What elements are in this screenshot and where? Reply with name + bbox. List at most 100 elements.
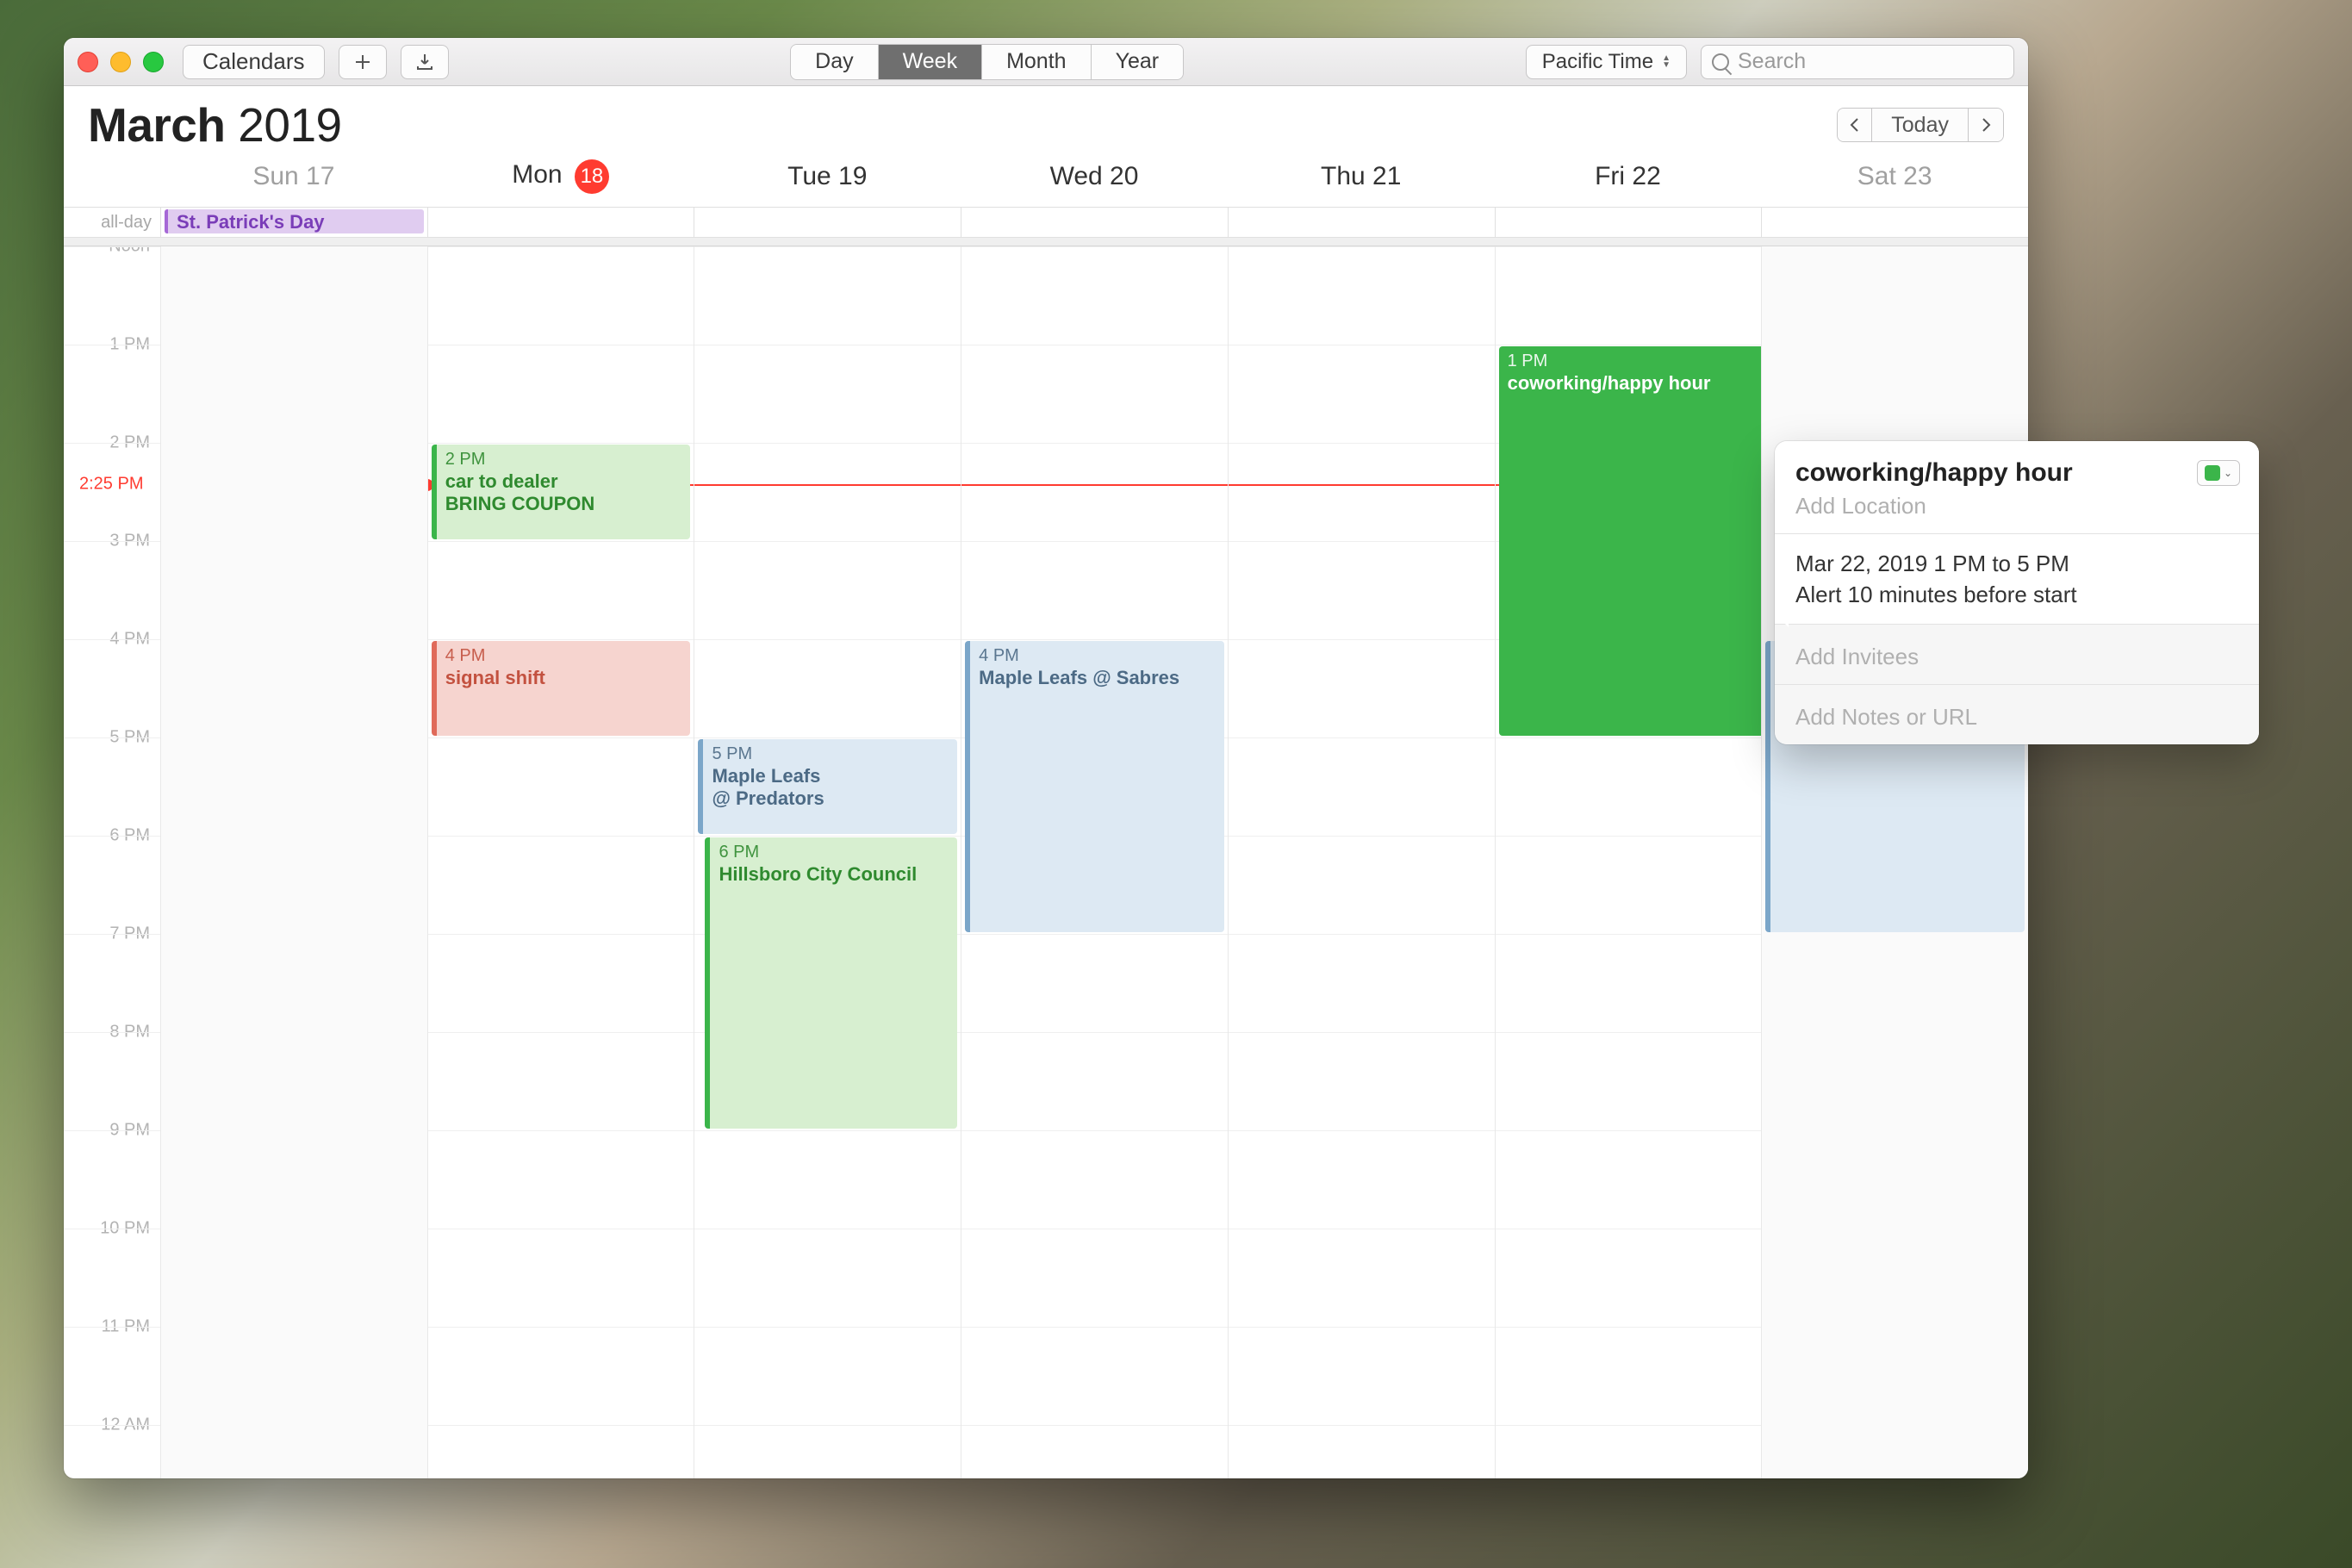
day-header[interactable]: Wed 20	[961, 162, 1228, 191]
inbox-button[interactable]	[401, 45, 449, 79]
event-time: 5 PM	[712, 743, 949, 765]
view-month[interactable]: Month	[982, 45, 1091, 79]
event[interactable]: 4 PMMaple Leafs @ Sabres	[965, 641, 1224, 932]
day-columns: 2 PMcar to dealerBRING COUPON 4 PMsignal …	[160, 246, 2028, 1478]
event[interactable]: 1 PMcoworking/happy hour	[1499, 346, 1765, 736]
day-header-today[interactable]: Mon 18	[427, 159, 694, 194]
hour-label: 10 PM	[100, 1219, 150, 1239]
event-title: coworking/happy hour	[1508, 372, 1757, 395]
month-title: March 2019	[88, 97, 342, 152]
minimize-window-button[interactable]	[110, 52, 131, 72]
event-time: 4 PM	[445, 644, 682, 667]
allday-cell[interactable]: St. Patrick's Day	[160, 208, 427, 237]
event-subtitle: BRING COUPON	[445, 493, 682, 515]
allday-cell[interactable]	[1761, 208, 2028, 237]
popover-location-field[interactable]: Add Location	[1795, 493, 2238, 520]
event-time: 1 PM	[1508, 350, 1757, 372]
event-title: Maple Leafs	[712, 765, 949, 787]
allday-row: all-day St. Patrick's Day	[64, 207, 2028, 238]
add-event-button[interactable]	[339, 45, 387, 79]
toolbar: Calendars Day Week Month Year Pacific Ti…	[64, 38, 2028, 86]
event-title: Hillsboro City Council	[719, 863, 949, 886]
view-day[interactable]: Day	[791, 45, 878, 79]
hour-label: 9 PM	[109, 1121, 150, 1141]
hour-label: 1 PM	[109, 335, 150, 355]
allday-cell[interactable]	[1495, 208, 1762, 237]
chevron-left-icon	[1845, 115, 1865, 135]
popover-alert-line[interactable]: Alert 10 minutes before start	[1795, 579, 2238, 610]
event-subtitle: @ Predators	[712, 787, 949, 810]
day-header[interactable]: Sun 17	[160, 162, 427, 191]
day-column[interactable]: 4 PMMaple Leafs @ Sabres	[961, 246, 1228, 1478]
view-segmented-control: Day Week Month Year	[790, 44, 1184, 80]
search-icon	[1712, 53, 1729, 71]
allday-cell[interactable]	[961, 208, 1228, 237]
close-window-button[interactable]	[78, 52, 98, 72]
maximize-window-button[interactable]	[143, 52, 164, 72]
popover-invitees-field[interactable]: Add Invitees	[1795, 644, 2238, 670]
allday-event[interactable]: St. Patrick's Day	[165, 209, 424, 233]
day-column[interactable]: 2 PMcar to dealerBRING COUPON 4 PMsignal …	[427, 246, 694, 1478]
event-title: car to dealer	[445, 470, 682, 493]
day-column[interactable]: 1 PMcoworking/happy hour	[1495, 246, 1762, 1478]
timezone-label: Pacific Time	[1542, 50, 1653, 74]
popover-notes-field[interactable]: Add Notes or URL	[1795, 704, 2238, 731]
calendars-button[interactable]: Calendars	[183, 45, 325, 79]
search-placeholder: Search	[1738, 49, 1806, 74]
day-column[interactable]: 4 PMMaple Leafs	[1761, 246, 2028, 1478]
event[interactable]: 2 PMcar to dealerBRING COUPON	[432, 445, 691, 539]
search-field[interactable]: Search	[1701, 45, 2014, 79]
hour-label: 3 PM	[109, 532, 150, 551]
hour-label: 12 AM	[101, 1416, 150, 1435]
hour-label: Noon	[109, 246, 150, 257]
plus-icon	[352, 52, 373, 72]
event[interactable]: 6 PMHillsboro City Council	[705, 837, 957, 1129]
calendar-color-swatch	[2205, 465, 2220, 481]
view-week[interactable]: Week	[879, 45, 982, 79]
window-controls	[78, 52, 164, 72]
hour-label: 6 PM	[109, 826, 150, 846]
day-header[interactable]: Sat 23	[1761, 162, 2028, 191]
calendar-window: Calendars Day Week Month Year Pacific Ti…	[64, 38, 2028, 1478]
updown-icon: ▲▼	[1662, 55, 1671, 69]
event-title: signal shift	[445, 667, 682, 689]
popover-title[interactable]: coworking/happy hour	[1795, 458, 2238, 488]
calendar-color-picker[interactable]: ⌄	[2197, 460, 2240, 486]
hour-label: 11 PM	[102, 1317, 150, 1337]
event[interactable]: 4 PMsignal shift	[432, 641, 691, 736]
day-column[interactable]: 5 PMMaple Leafs@ Predators6 PMHillsboro …	[694, 246, 961, 1478]
view-year[interactable]: Year	[1092, 45, 1184, 79]
popover-date-line[interactable]: Mar 22, 2019 1 PM to 5 PM	[1795, 548, 2238, 579]
timezone-picker[interactable]: Pacific Time ▲▼	[1526, 45, 1687, 79]
chevron-right-icon	[1976, 115, 1996, 135]
next-week-button[interactable]	[1969, 109, 2003, 141]
time-grid: Noon1 PM2 PM3 PM4 PM5 PM6 PM7 PM8 PM9 PM…	[64, 246, 2028, 1478]
today-button[interactable]: Today	[1872, 109, 1969, 141]
hour-label: 2 PM	[109, 433, 150, 453]
hour-gutter	[64, 246, 160, 1478]
allday-label: all-day	[64, 208, 160, 237]
hour-label: 5 PM	[109, 728, 150, 748]
event-popover[interactable]: coworking/happy hour Add Location ⌄ Mar …	[1775, 441, 2259, 744]
event[interactable]: 5 PMMaple Leafs@ Predators	[698, 739, 957, 834]
event-time: 6 PM	[719, 841, 949, 863]
hour-label: 8 PM	[109, 1023, 150, 1042]
day-header[interactable]: Fri 22	[1495, 162, 1762, 191]
chevron-down-icon: ⌄	[2224, 467, 2232, 479]
prev-week-button[interactable]	[1838, 109, 1872, 141]
day-column[interactable]	[1228, 246, 1495, 1478]
month-header: March 2019 Today	[64, 86, 2028, 146]
allday-cell[interactable]	[1228, 208, 1495, 237]
allday-divider	[64, 238, 2028, 246]
current-time-label: 2:25 PM	[79, 474, 143, 494]
day-header[interactable]: Thu 21	[1228, 162, 1495, 191]
allday-cell[interactable]	[694, 208, 961, 237]
day-column[interactable]	[160, 246, 427, 1478]
event-time: 2 PM	[445, 448, 682, 470]
tray-download-icon	[414, 52, 435, 72]
event-title: Maple Leafs @ Sabres	[979, 667, 1216, 689]
day-header[interactable]: Tue 19	[694, 162, 961, 191]
day-header-row: Sun 17 Mon 18 Tue 19 Wed 20 Thu 21 Fri 2…	[64, 146, 2028, 207]
allday-cell[interactable]	[427, 208, 694, 237]
today-date-badge: 18	[575, 159, 609, 194]
